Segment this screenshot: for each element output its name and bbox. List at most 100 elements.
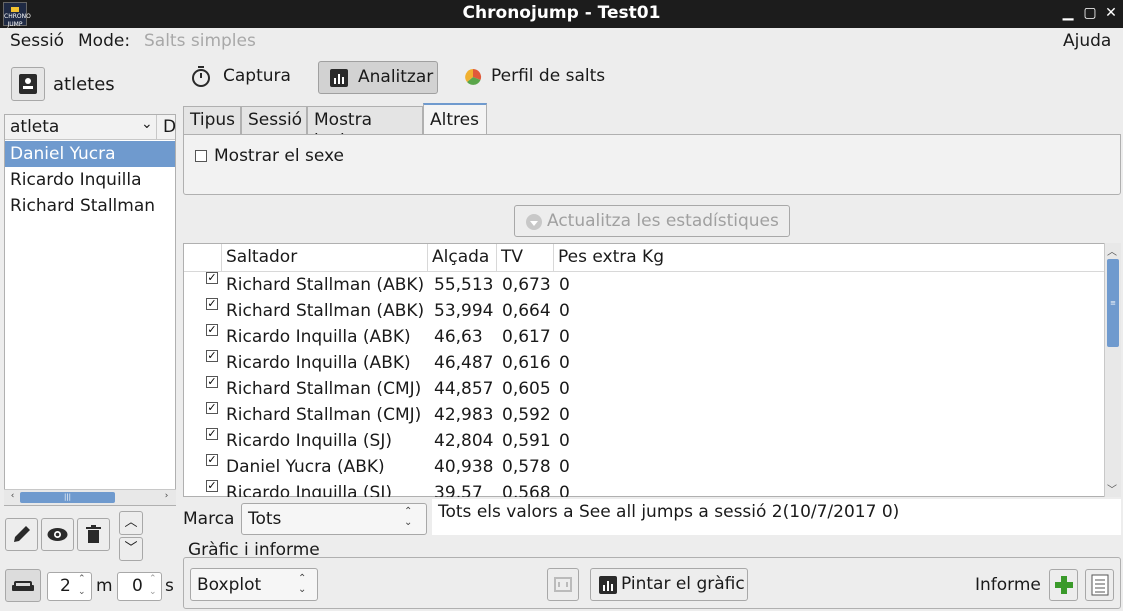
- view-person-button[interactable]: [41, 518, 74, 551]
- table-row[interactable]: ✓ Daniel Yucra (ABK) 40,938 0,578 0: [184, 454, 1104, 480]
- cell-alcada: 39,57: [434, 483, 483, 497]
- row-checkbox[interactable]: ✓: [206, 350, 218, 362]
- graph-type-value: Boxplot: [197, 575, 262, 595]
- maximize-icon[interactable]: ▢: [1081, 4, 1099, 22]
- row-checkbox[interactable]: ✓: [206, 402, 218, 414]
- cell-pes: 0: [559, 353, 570, 373]
- athlete-row[interactable]: Richard Stallman: [5, 193, 175, 219]
- table-row[interactable]: ✓ Richard Stallman (CMJ) 44,857 0,605 0: [184, 376, 1104, 402]
- sofa-button[interactable]: [5, 569, 41, 602]
- close-icon[interactable]: ✕: [1102, 4, 1120, 22]
- updown-icon: ⌃ ⌄: [298, 573, 307, 595]
- athlete-row[interactable]: Daniel Yucra: [5, 141, 175, 167]
- cell-tv: 0,605: [502, 379, 551, 399]
- move-down-button[interactable]: ﹀: [119, 537, 143, 561]
- window-icon: [554, 577, 572, 592]
- edit-person-button[interactable]: [5, 518, 38, 551]
- athlete-column-label: atleta: [10, 117, 60, 137]
- table-vscroll[interactable]: ︿ ≡ ﹀: [1104, 243, 1121, 497]
- row-checkbox[interactable]: ✓: [206, 480, 218, 492]
- row-checkbox[interactable]: ✓: [206, 428, 218, 440]
- cell-saltador: Ricardo Inquilla (SJ): [226, 483, 392, 497]
- update-stats-label: Actualitza les estadístiques: [547, 211, 779, 231]
- athlete-row[interactable]: Ricardo Inquilla: [5, 167, 175, 193]
- bar-chart-icon: [599, 576, 617, 594]
- row-checkbox[interactable]: ✓: [206, 324, 218, 336]
- row-checkbox[interactable]: ✓: [206, 272, 218, 284]
- couch-icon: [12, 581, 34, 591]
- capture-tab[interactable]: Captura: [190, 64, 310, 90]
- options-frame: Mostrar el sexe: [183, 134, 1121, 195]
- athlete-rows: Daniel Yucra Ricardo Inquilla Richard St…: [5, 141, 175, 221]
- cell-tv: 0,578: [502, 457, 551, 477]
- spin-arrows-icon[interactable]: ⌃ ⌄: [149, 573, 157, 599]
- table-row[interactable]: ✓ Richard Stallman (ABK) 55,513 0,673 0: [184, 272, 1104, 298]
- cell-alcada: 42,983: [434, 405, 494, 425]
- seconds-spinbox[interactable]: 0 ⌃ ⌄: [117, 572, 162, 601]
- move-up-button[interactable]: ︿: [119, 511, 143, 535]
- cell-pes: 0: [559, 327, 570, 347]
- cell-tv: 0,568: [502, 483, 551, 497]
- cell-pes: 0: [559, 379, 570, 399]
- graph-options-button[interactable]: [547, 568, 579, 601]
- scroll-left-icon[interactable]: ‹: [4, 489, 21, 505]
- subtab-mostra-tests[interactable]: Mostra tests: [307, 106, 423, 150]
- subtab-sessio[interactable]: Sessió: [241, 106, 307, 134]
- add-to-report-button[interactable]: [1049, 569, 1078, 601]
- minimize-icon[interactable]: ▁: [1059, 4, 1077, 22]
- scroll-right-icon[interactable]: ›: [158, 489, 175, 505]
- report-view-button[interactable]: [1085, 569, 1114, 601]
- table-row[interactable]: ✓ Richard Stallman (CMJ) 42,983 0,592 0: [184, 402, 1104, 428]
- report-label: Informe: [975, 575, 1041, 595]
- graph-type-select[interactable]: Boxplot ⌃ ⌄: [190, 568, 318, 601]
- menu-help[interactable]: Ajuda: [1063, 31, 1111, 51]
- athlete-column-header[interactable]: atleta ⌄ D: [5, 115, 176, 140]
- cell-saltador: Ricardo Inquilla (ABK): [226, 353, 411, 373]
- row-checkbox[interactable]: ✓: [206, 376, 218, 388]
- table-row[interactable]: ✓ Richard Stallman (ABK) 53,994 0,664 0: [184, 298, 1104, 324]
- menu-session[interactable]: Sessió: [10, 31, 64, 51]
- chevron-down-icon: ⌄: [141, 116, 153, 132]
- marca-select[interactable]: Tots ⌃ ⌄: [241, 503, 427, 535]
- table-body: ✓ Richard Stallman (ABK) 55,513 0,673 0 ✓ Ric…: [184, 271, 1104, 497]
- scroll-up-icon[interactable]: ︿: [1107, 243, 1117, 258]
- profile-tab[interactable]: Perfil de salts: [463, 64, 623, 90]
- table-row[interactable]: ✓ Ricardo Inquilla (ABK) 46,63 0,617 0: [184, 324, 1104, 350]
- athlete-list-hscroll[interactable]: ‹ ||| ›: [4, 489, 176, 505]
- refresh-icon: [526, 214, 542, 230]
- table-row[interactable]: ✓ Ricardo Inquilla (SJ) 39,57 0,568 0: [184, 480, 1104, 497]
- cell-tv: 0,673: [502, 275, 551, 295]
- spin-arrows-icon[interactable]: ⌃ ⌄: [78, 573, 86, 599]
- vscroll-thumb[interactable]: ≡: [1107, 259, 1119, 347]
- menu-mode[interactable]: Mode:: [78, 31, 130, 51]
- show-sex-checkbox[interactable]: [195, 150, 207, 162]
- persons-button[interactable]: [11, 67, 45, 101]
- update-stats-button[interactable]: Actualitza les estadístiques: [514, 205, 790, 237]
- analyze-tab[interactable]: Analitzar: [318, 61, 438, 94]
- table-row[interactable]: ✓ Ricardo Inquilla (ABK) 46,487 0,616 0: [184, 350, 1104, 376]
- cell-alcada: 46,487: [434, 353, 494, 373]
- document-icon: [1091, 574, 1109, 596]
- status-text: Tots els valors a See all jumps a sessió…: [438, 502, 900, 522]
- minutes-unit: m: [96, 576, 113, 596]
- table-row[interactable]: ✓ Ricardo Inquilla (SJ) 42,804 0,591 0: [184, 428, 1104, 454]
- cell-pes: 0: [559, 431, 570, 451]
- subtab-tipus[interactable]: Tipus: [183, 106, 241, 134]
- col-header-tv[interactable]: TV: [497, 244, 554, 271]
- row-checkbox[interactable]: ✓: [206, 454, 218, 466]
- row-checkbox[interactable]: ✓: [206, 298, 218, 310]
- paint-graph-button[interactable]: Pintar el gràfic: [590, 568, 748, 601]
- marca-label: Marca: [183, 509, 235, 529]
- delete-person-button[interactable]: [77, 518, 110, 551]
- profile-label: Perfil de salts: [491, 66, 606, 86]
- col-header-saltador[interactable]: Saltador: [222, 244, 428, 271]
- cell-saltador: Ricardo Inquilla (ABK): [226, 327, 411, 347]
- col-header-pes-extra[interactable]: Pes extra Kg: [554, 244, 1104, 271]
- cell-tv: 0,591: [502, 431, 551, 451]
- hscroll-thumb[interactable]: |||: [20, 492, 115, 503]
- minutes-spinbox[interactable]: 2 ⌃ ⌄: [47, 572, 92, 601]
- minutes-value: 2: [60, 576, 71, 596]
- subtab-altres[interactable]: Altres: [423, 103, 487, 134]
- col-header-alcada[interactable]: Alçada: [428, 244, 497, 271]
- scroll-down-icon[interactable]: ﹀: [1107, 481, 1117, 496]
